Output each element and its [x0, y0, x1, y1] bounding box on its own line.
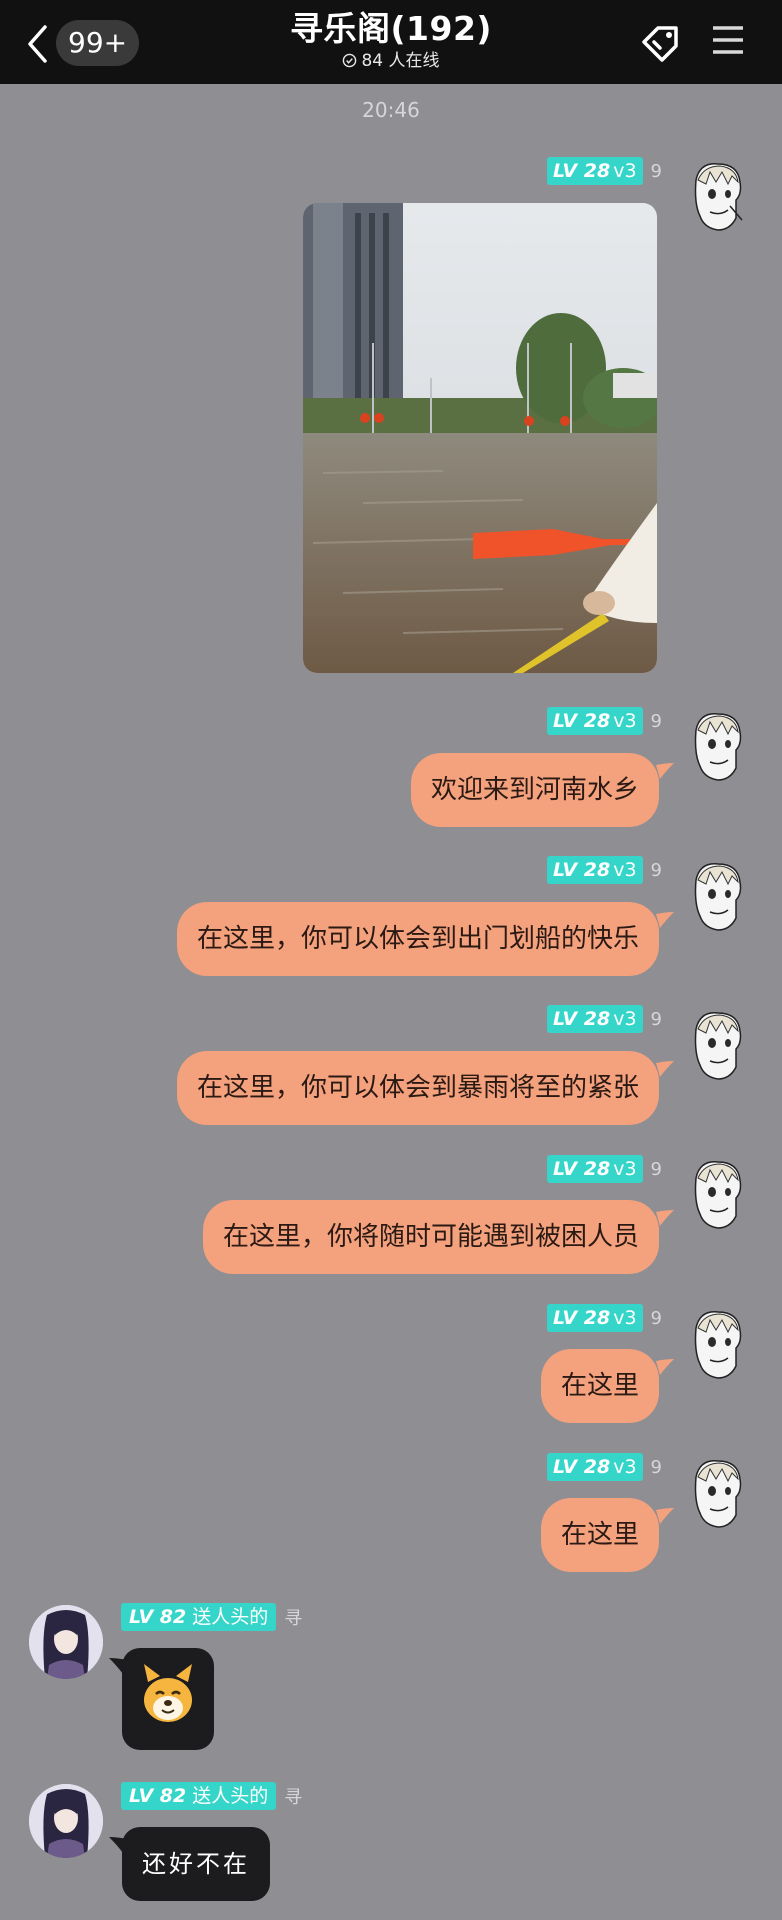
flood-street-image	[303, 203, 657, 673]
bubble-tail	[109, 1658, 127, 1674]
sender-meta: LV 82 送人头的 寻	[121, 1782, 302, 1810]
bubble-tail	[656, 1508, 674, 1524]
flood-photo[interactable]	[303, 203, 657, 673]
bubble-tail	[656, 1210, 674, 1226]
avatar[interactable]	[690, 1158, 744, 1230]
title-tag: 寻	[284, 1608, 303, 1629]
level-badge: LV 28 v3	[546, 707, 643, 735]
title-number: 9	[650, 1008, 662, 1030]
message-timestamp: 20:46	[362, 98, 420, 122]
message-bubble[interactable]: 欢迎来到河南水乡	[410, 753, 659, 827]
level-badge: LV 28 v3	[546, 157, 643, 185]
title-tag: 寻	[284, 1787, 303, 1808]
message-bubble[interactable]: 在这里	[540, 1349, 659, 1423]
menu-icon[interactable]	[711, 24, 745, 56]
sender-meta: LV 28 v3 9	[546, 856, 662, 884]
emoji-message-bubble[interactable]	[122, 1648, 214, 1750]
title-number: 9	[650, 160, 662, 182]
bubble-tail	[656, 1061, 674, 1077]
group-title: 寻乐阁(192)	[289, 9, 493, 48]
message-bubble[interactable]: 在这里	[540, 1498, 659, 1572]
avatar[interactable]	[690, 1457, 744, 1529]
bubble-tail	[656, 1359, 674, 1375]
avatar-character-image	[29, 1605, 103, 1679]
back-button[interactable]: 99+	[26, 20, 140, 68]
online-check-icon	[343, 53, 357, 68]
avatar[interactable]	[29, 1605, 103, 1679]
sender-meta: LV 28 v3 9	[546, 1453, 662, 1481]
sender-meta: LV 28 v3 9	[546, 1304, 662, 1332]
title-number: 9	[650, 710, 662, 732]
sender-meta: LV 82 送人头的 寻	[121, 1603, 302, 1631]
avatar[interactable]	[690, 1009, 744, 1081]
message-bubble[interactable]: 在这里，你可以体会到暴雨将至的紧张	[176, 1051, 659, 1125]
unread-count-badge: 99+	[56, 20, 140, 66]
avatar[interactable]	[29, 1784, 103, 1858]
top-bar: 99+ 寻乐阁(192) 84 人在线	[0, 0, 782, 84]
avatar[interactable]	[690, 1308, 744, 1380]
level-badge: LV 28 v3	[546, 856, 643, 884]
title-number: 9	[650, 859, 662, 881]
online-status: 84 人在线	[191, 50, 591, 72]
shiba-dog-emoji-icon	[144, 1664, 192, 1722]
bubble-tail	[109, 1837, 127, 1853]
online-count-text: 84 人在线	[361, 51, 440, 71]
message-bubble[interactable]: 在这里，你将随时可能遇到被困人员	[202, 1200, 659, 1274]
avatar[interactable]	[690, 160, 744, 232]
sender-meta: LV 28 v3 9	[546, 1005, 662, 1033]
avatar[interactable]	[690, 710, 744, 782]
level-name-badge[interactable]: LV 82 送人头的	[121, 1603, 277, 1631]
avatar-character-image	[29, 1784, 103, 1858]
level-badge: LV 28 v3	[546, 1005, 643, 1033]
avatar[interactable]	[690, 860, 744, 932]
sender-meta: LV 28 v3 9	[546, 157, 662, 185]
message-bubble[interactable]: 在这里，你可以体会到出门划船的快乐	[176, 902, 659, 976]
chat-tag-icon[interactable]	[638, 20, 684, 64]
message-bubble[interactable]: 还好不在	[122, 1827, 270, 1901]
chevron-left-icon	[28, 25, 47, 63]
title-number: 9	[650, 1307, 662, 1329]
bubble-tail	[656, 912, 674, 928]
title-number: 9	[650, 1158, 662, 1180]
sender-meta: LV 28 v3 9	[546, 707, 662, 735]
bubble-tail	[656, 763, 674, 779]
level-name-badge[interactable]: LV 82 送人头的	[121, 1782, 277, 1810]
chat-title-block[interactable]: 寻乐阁(192) 84 人在线	[191, 8, 591, 72]
level-badge: LV 28 v3	[546, 1155, 643, 1183]
level-badge: LV 28 v3	[546, 1453, 643, 1481]
level-badge: LV 28 v3	[546, 1304, 643, 1332]
sender-meta: LV 28 v3 9	[546, 1155, 662, 1183]
title-number: 9	[650, 1456, 662, 1478]
